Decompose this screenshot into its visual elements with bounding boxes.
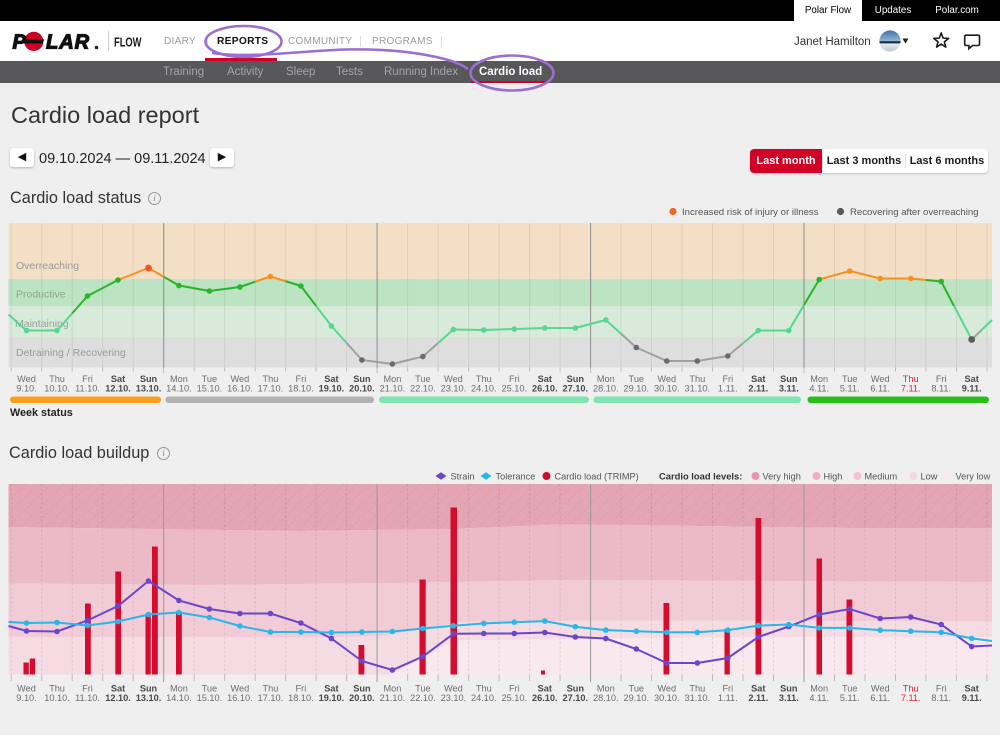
svg-text:Thu: Thu bbox=[689, 683, 705, 693]
svg-text:Tue: Tue bbox=[842, 683, 858, 693]
svg-text:23.10.: 23.10. bbox=[441, 693, 467, 703]
svg-text:20.10.: 20.10. bbox=[349, 693, 375, 703]
svg-text:Sun: Sun bbox=[780, 683, 798, 693]
svg-text:Sun: Sun bbox=[140, 683, 158, 693]
svg-text:12.10.: 12.10. bbox=[105, 693, 131, 703]
svg-text:Wed: Wed bbox=[444, 683, 463, 693]
svg-text:Thu: Thu bbox=[262, 683, 278, 693]
svg-text:Fri: Fri bbox=[722, 683, 733, 693]
svg-text:1.11.: 1.11. bbox=[718, 693, 738, 703]
svg-text:Wed: Wed bbox=[871, 683, 890, 693]
svg-text:Sun: Sun bbox=[567, 683, 585, 693]
svg-text:Sat: Sat bbox=[538, 683, 552, 693]
svg-text:22.10.: 22.10. bbox=[410, 693, 436, 703]
svg-text:Fri: Fri bbox=[296, 683, 307, 693]
svg-text:6.11.: 6.11. bbox=[870, 693, 890, 703]
svg-text:Mon: Mon bbox=[170, 683, 188, 693]
svg-text:Thu: Thu bbox=[903, 683, 919, 693]
svg-text:Mon: Mon bbox=[597, 683, 615, 693]
svg-text:Sat: Sat bbox=[111, 683, 125, 693]
svg-text:Mon: Mon bbox=[383, 683, 401, 693]
svg-text:3.11.: 3.11. bbox=[779, 693, 799, 703]
svg-text:Sat: Sat bbox=[324, 683, 338, 693]
svg-text:11.10.: 11.10. bbox=[75, 693, 100, 703]
svg-text:26.10.: 26.10. bbox=[532, 693, 558, 703]
svg-text:15.10.: 15.10. bbox=[197, 693, 223, 703]
svg-text:27.10.: 27.10. bbox=[563, 693, 589, 703]
svg-text:8.11.: 8.11. bbox=[931, 693, 951, 703]
svg-text:Mon: Mon bbox=[810, 683, 828, 693]
svg-text:Fri: Fri bbox=[82, 683, 93, 693]
svg-text:4.11.: 4.11. bbox=[809, 693, 829, 703]
svg-text:Sat: Sat bbox=[965, 683, 979, 693]
svg-text:Wed: Wed bbox=[231, 683, 250, 693]
svg-text:10.10.: 10.10. bbox=[44, 693, 70, 703]
svg-text:2.11.: 2.11. bbox=[748, 693, 768, 703]
svg-text:14.10.: 14.10. bbox=[166, 693, 192, 703]
svg-text:9.10.: 9.10. bbox=[16, 693, 36, 703]
svg-text:Thu: Thu bbox=[49, 683, 65, 693]
svg-text:17.10.: 17.10. bbox=[258, 693, 284, 703]
svg-text:Fri: Fri bbox=[936, 683, 947, 693]
svg-text:28.10.: 28.10. bbox=[593, 693, 619, 703]
svg-text:Tue: Tue bbox=[202, 683, 218, 693]
svg-text:Wed: Wed bbox=[657, 683, 676, 693]
svg-text:Sun: Sun bbox=[353, 683, 371, 693]
svg-text:31.10.: 31.10. bbox=[685, 693, 711, 703]
svg-text:29.10.: 29.10. bbox=[624, 693, 650, 703]
svg-text:21.10.: 21.10. bbox=[380, 693, 406, 703]
svg-text:Tue: Tue bbox=[415, 683, 431, 693]
svg-text:19.10.: 19.10. bbox=[319, 693, 345, 703]
svg-text:Wed: Wed bbox=[17, 683, 36, 693]
svg-text:Tue: Tue bbox=[629, 683, 645, 693]
svg-text:18.10.: 18.10. bbox=[288, 693, 314, 703]
svg-text:Sat: Sat bbox=[751, 683, 765, 693]
svg-text:Thu: Thu bbox=[476, 683, 492, 693]
svg-text:Fri: Fri bbox=[509, 683, 520, 693]
svg-text:16.10.: 16.10. bbox=[227, 693, 253, 703]
svg-text:13.10.: 13.10. bbox=[136, 693, 162, 703]
svg-text:5.11.: 5.11. bbox=[840, 693, 860, 703]
svg-text:9.11.: 9.11. bbox=[962, 693, 982, 703]
svg-text:25.10.: 25.10. bbox=[502, 693, 528, 703]
svg-text:7.11.: 7.11. bbox=[901, 693, 921, 703]
svg-text:30.10.: 30.10. bbox=[654, 693, 680, 703]
svg-text:24.10.: 24.10. bbox=[471, 693, 497, 703]
